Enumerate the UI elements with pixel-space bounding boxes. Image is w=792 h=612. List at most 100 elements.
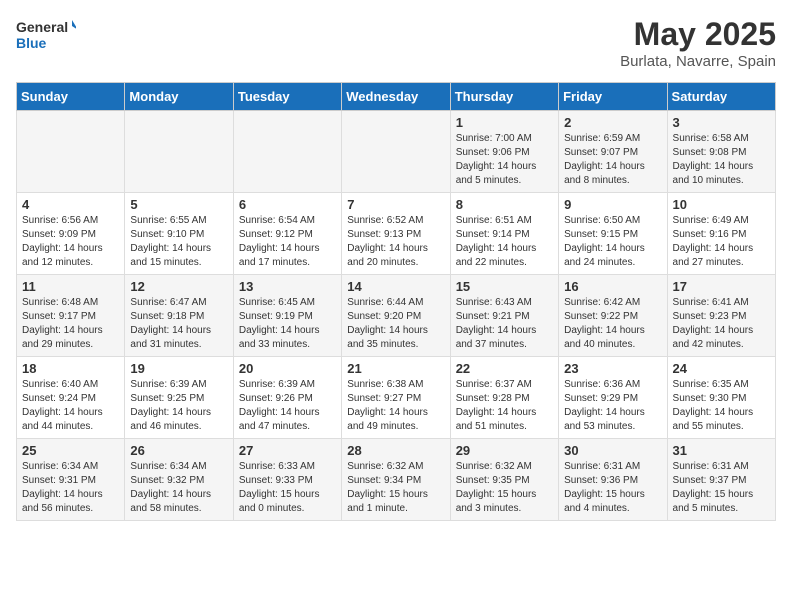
calendar-cell: 11 Sunrise: 6:48 AM Sunset: 9:17 PM Dayli… xyxy=(17,275,125,357)
day-number: 27 xyxy=(239,443,336,458)
calendar-week-3: 11 Sunrise: 6:48 AM Sunset: 9:17 PM Dayli… xyxy=(17,275,776,357)
calendar-cell: 8 Sunrise: 6:51 AM Sunset: 9:14 PM Daylig… xyxy=(450,193,558,275)
title-area: May 2025 Burlata, Navarre, Spain xyxy=(620,16,776,70)
day-info: Sunrise: 6:37 AM Sunset: 9:28 PM Dayligh… xyxy=(456,378,553,434)
calendar-cell: 16 Sunrise: 6:42 AM Sunset: 9:22 PM Dayli… xyxy=(559,275,667,357)
day-number: 5 xyxy=(130,197,227,212)
header-day-tuesday: Tuesday xyxy=(233,83,341,111)
calendar-cell: 22 Sunrise: 6:37 AM Sunset: 9:28 PM Dayli… xyxy=(450,357,558,439)
day-number: 29 xyxy=(456,443,553,458)
day-info: Sunrise: 6:31 AM Sunset: 9:37 PM Dayligh… xyxy=(673,460,770,516)
day-number: 11 xyxy=(22,279,119,294)
calendar-cell xyxy=(125,111,233,193)
calendar-cell: 20 Sunrise: 6:39 AM Sunset: 9:26 PM Dayli… xyxy=(233,357,341,439)
day-info: Sunrise: 6:38 AM Sunset: 9:27 PM Dayligh… xyxy=(347,378,444,434)
calendar-cell: 25Sunrise: 6:34 AM Sunset: 9:31 PM Dayli… xyxy=(17,439,125,521)
header-day-saturday: Saturday xyxy=(667,83,775,111)
day-number: 25 xyxy=(22,443,119,458)
day-number: 18 xyxy=(22,361,119,376)
calendar-cell: 18 Sunrise: 6:40 AM Sunset: 9:24 PM Dayli… xyxy=(17,357,125,439)
calendar-cell xyxy=(17,111,125,193)
day-number: 10 xyxy=(673,197,770,212)
day-number: 23 xyxy=(564,361,661,376)
day-number: 24 xyxy=(673,361,770,376)
day-number: 6 xyxy=(239,197,336,212)
day-info: Sunrise: 6:50 AM Sunset: 9:15 PM Dayligh… xyxy=(564,214,661,270)
calendar-week-1: 1 Sunrise: 7:00 AM Sunset: 9:06 PM Daylig… xyxy=(17,111,776,193)
day-info: Sunrise: 6:31 AM Sunset: 9:36 PM Dayligh… xyxy=(564,460,661,516)
day-number: 12 xyxy=(130,279,227,294)
calendar-cell: 10 Sunrise: 6:49 AM Sunset: 9:16 PM Dayli… xyxy=(667,193,775,275)
day-info: Sunrise: 6:41 AM Sunset: 9:23 PM Dayligh… xyxy=(673,296,770,352)
day-number: 26 xyxy=(130,443,227,458)
calendar-cell: 19 Sunrise: 6:39 AM Sunset: 9:25 PM Dayli… xyxy=(125,357,233,439)
header: General Blue May 2025 Burlata, Navarre, … xyxy=(16,16,776,70)
logo-svg: General Blue xyxy=(16,16,76,52)
day-info: Sunrise: 6:34 AM Sunset: 9:32 PM Dayligh… xyxy=(130,460,227,516)
calendar-cell: 2Sunrise: 6:59 AM Sunset: 9:07 PM Daylig… xyxy=(559,111,667,193)
calendar-cell: 29Sunrise: 6:32 AM Sunset: 9:35 PM Dayli… xyxy=(450,439,558,521)
day-info: Sunrise: 6:58 AM Sunset: 9:08 PM Dayligh… xyxy=(673,132,770,188)
calendar-cell: 23 Sunrise: 6:36 AM Sunset: 9:29 PM Dayli… xyxy=(559,357,667,439)
calendar-cell: 3 Sunrise: 6:58 AM Sunset: 9:08 PM Daylig… xyxy=(667,111,775,193)
day-number: 16 xyxy=(564,279,661,294)
calendar-cell: 31 Sunrise: 6:31 AM Sunset: 9:37 PM Dayli… xyxy=(667,439,775,521)
day-number: 20 xyxy=(239,361,336,376)
header-day-friday: Friday xyxy=(559,83,667,111)
day-info: Sunrise: 6:39 AM Sunset: 9:25 PM Dayligh… xyxy=(130,378,227,434)
logo: General Blue xyxy=(16,16,76,52)
calendar-cell: 14Sunrise: 6:44 AM Sunset: 9:20 PM Dayli… xyxy=(342,275,450,357)
calendar-cell: 5 Sunrise: 6:55 AM Sunset: 9:10 PM Daylig… xyxy=(125,193,233,275)
day-info: Sunrise: 6:56 AM Sunset: 9:09 PM Dayligh… xyxy=(22,214,119,270)
day-info: Sunrise: 6:40 AM Sunset: 9:24 PM Dayligh… xyxy=(22,378,119,434)
calendar-cell xyxy=(233,111,341,193)
day-number: 17 xyxy=(673,279,770,294)
calendar-cell: 24 Sunrise: 6:35 AM Sunset: 9:30 PM Dayli… xyxy=(667,357,775,439)
calendar-cell: 15Sunrise: 6:43 AM Sunset: 9:21 PM Dayli… xyxy=(450,275,558,357)
day-number: 22 xyxy=(456,361,553,376)
calendar-week-4: 18 Sunrise: 6:40 AM Sunset: 9:24 PM Dayli… xyxy=(17,357,776,439)
calendar-cell xyxy=(342,111,450,193)
day-info: Sunrise: 6:49 AM Sunset: 9:16 PM Dayligh… xyxy=(673,214,770,270)
day-number: 9 xyxy=(564,197,661,212)
day-number: 1 xyxy=(456,115,553,130)
day-info: Sunrise: 6:51 AM Sunset: 9:14 PM Dayligh… xyxy=(456,214,553,270)
day-number: 31 xyxy=(673,443,770,458)
day-info: Sunrise: 6:39 AM Sunset: 9:26 PM Dayligh… xyxy=(239,378,336,434)
day-number: 2 xyxy=(564,115,661,130)
day-number: 8 xyxy=(456,197,553,212)
header-day-thursday: Thursday xyxy=(450,83,558,111)
day-info: Sunrise: 6:54 AM Sunset: 9:12 PM Dayligh… xyxy=(239,214,336,270)
header-day-monday: Monday xyxy=(125,83,233,111)
day-number: 28 xyxy=(347,443,444,458)
day-info: Sunrise: 6:55 AM Sunset: 9:10 PM Dayligh… xyxy=(130,214,227,270)
svg-text:Blue: Blue xyxy=(16,35,47,51)
calendar-cell: 4Sunrise: 6:56 AM Sunset: 9:09 PM Daylig… xyxy=(17,193,125,275)
day-number: 13 xyxy=(239,279,336,294)
svg-text:General: General xyxy=(16,19,68,35)
calendar-cell: 12 Sunrise: 6:47 AM Sunset: 9:18 PM Dayli… xyxy=(125,275,233,357)
day-info: Sunrise: 6:44 AM Sunset: 9:20 PM Dayligh… xyxy=(347,296,444,352)
day-number: 19 xyxy=(130,361,227,376)
calendar-cell: 13Sunrise: 6:45 AM Sunset: 9:19 PM Dayli… xyxy=(233,275,341,357)
calendar-header-row: SundayMondayTuesdayWednesdayThursdayFrid… xyxy=(17,83,776,111)
day-info: Sunrise: 6:52 AM Sunset: 9:13 PM Dayligh… xyxy=(347,214,444,270)
day-info: Sunrise: 6:43 AM Sunset: 9:21 PM Dayligh… xyxy=(456,296,553,352)
calendar-cell: 27 Sunrise: 6:33 AM Sunset: 9:33 PM Dayli… xyxy=(233,439,341,521)
calendar-cell: 1 Sunrise: 7:00 AM Sunset: 9:06 PM Daylig… xyxy=(450,111,558,193)
calendar-cell: 30Sunrise: 6:31 AM Sunset: 9:36 PM Dayli… xyxy=(559,439,667,521)
day-info: Sunrise: 6:33 AM Sunset: 9:33 PM Dayligh… xyxy=(239,460,336,516)
day-info: Sunrise: 6:36 AM Sunset: 9:29 PM Dayligh… xyxy=(564,378,661,434)
calendar-cell: 6 Sunrise: 6:54 AM Sunset: 9:12 PM Daylig… xyxy=(233,193,341,275)
header-day-wednesday: Wednesday xyxy=(342,83,450,111)
day-info: Sunrise: 6:35 AM Sunset: 9:30 PM Dayligh… xyxy=(673,378,770,434)
day-info: Sunrise: 6:47 AM Sunset: 9:18 PM Dayligh… xyxy=(130,296,227,352)
day-number: 3 xyxy=(673,115,770,130)
calendar-cell: 7 Sunrise: 6:52 AM Sunset: 9:13 PM Daylig… xyxy=(342,193,450,275)
day-info: Sunrise: 6:42 AM Sunset: 9:22 PM Dayligh… xyxy=(564,296,661,352)
day-info: Sunrise: 6:48 AM Sunset: 9:17 PM Dayligh… xyxy=(22,296,119,352)
calendar-table: SundayMondayTuesdayWednesdayThursdayFrid… xyxy=(16,82,776,521)
day-info: Sunrise: 7:00 AM Sunset: 9:06 PM Dayligh… xyxy=(456,132,553,188)
calendar-cell: 28Sunrise: 6:32 AM Sunset: 9:34 PM Dayli… xyxy=(342,439,450,521)
day-number: 7 xyxy=(347,197,444,212)
